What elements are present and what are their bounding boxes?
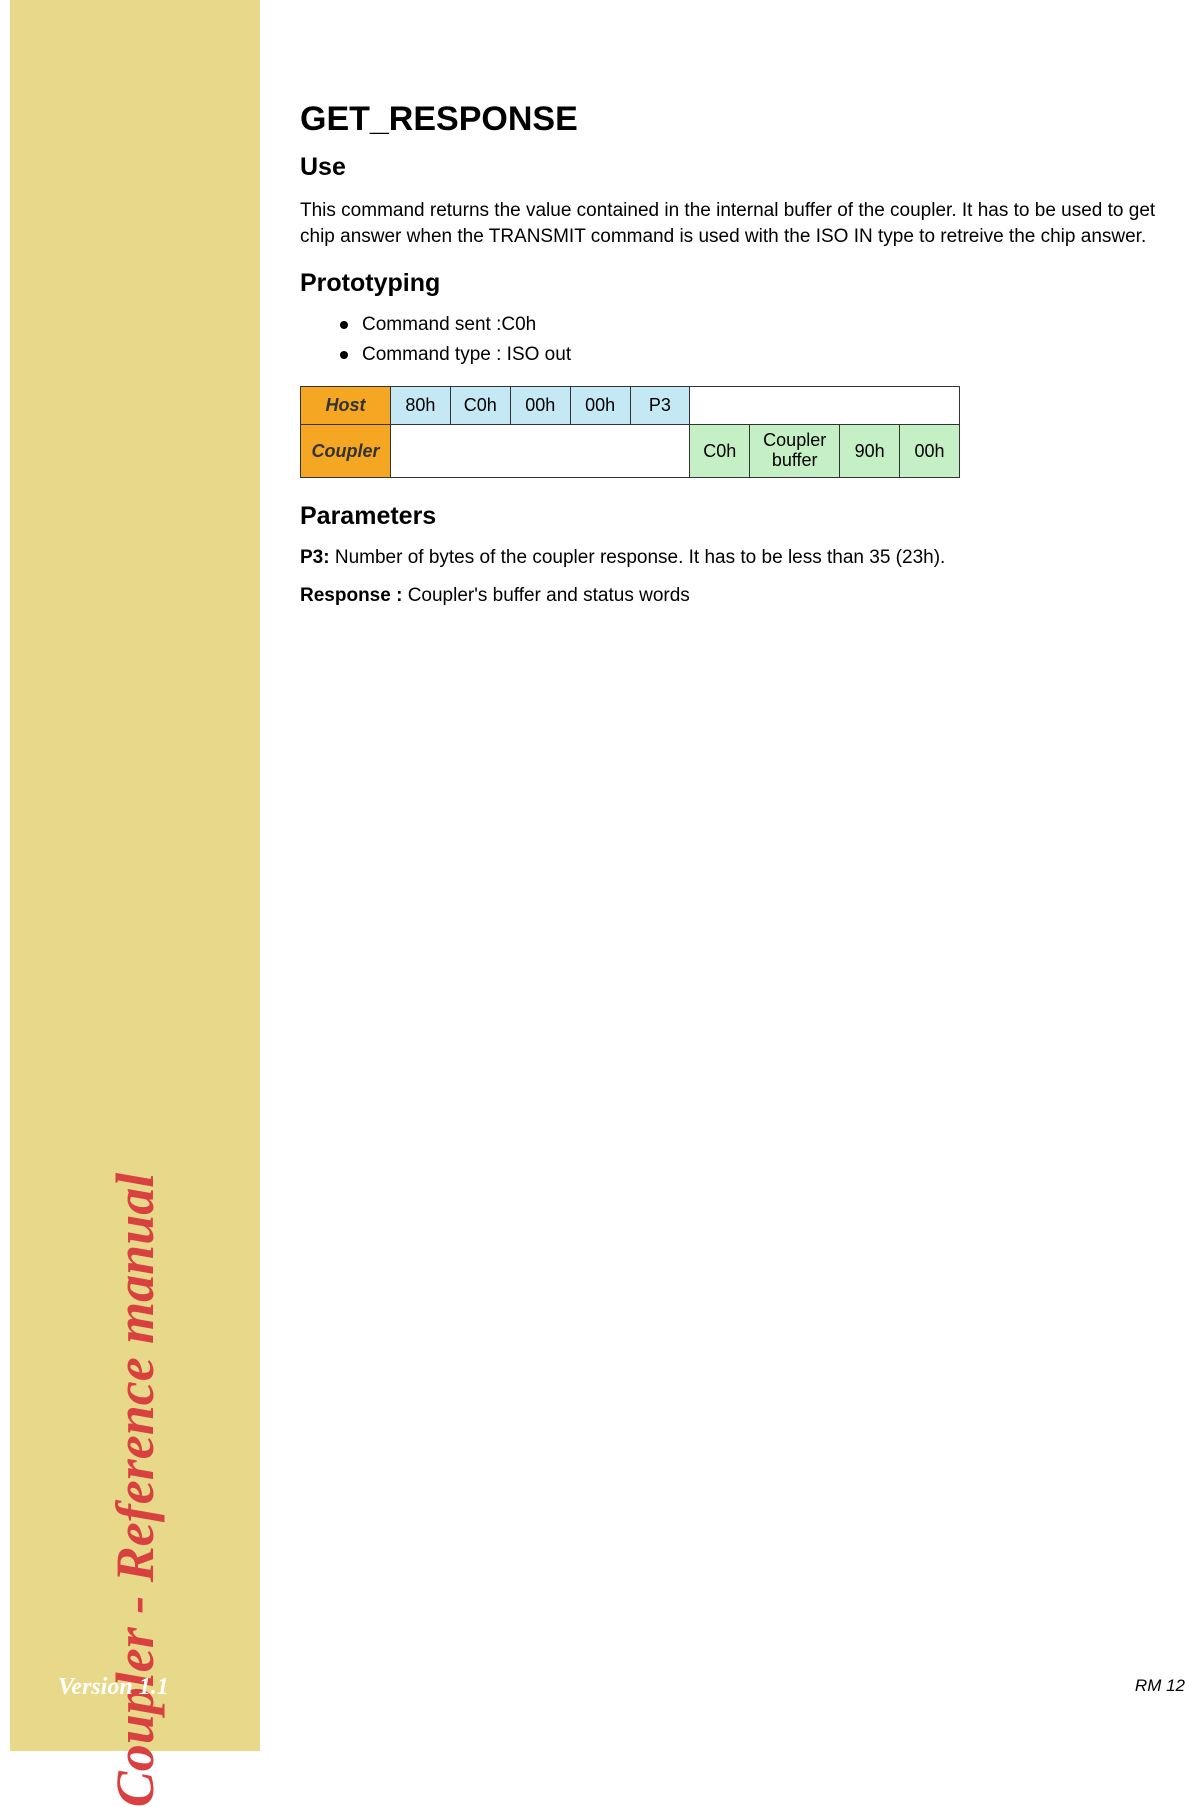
- coupler-label-cell: Coupler: [301, 425, 391, 478]
- response-text: Coupler's buffer and status words: [402, 585, 689, 606]
- prototyping-bullets: Command sent :C0h Command type : ISO out: [340, 314, 1160, 366]
- p3-param: P3: Number of bytes of the coupler respo…: [300, 547, 1160, 569]
- version-label: Version 1.1: [58, 1674, 169, 1701]
- coupler-cell: 00h: [900, 425, 960, 478]
- use-text: This command returns the value contained…: [300, 198, 1160, 249]
- prototyping-heading: Prototyping: [300, 269, 1160, 298]
- p3-text: Number of bytes of the coupler response.…: [330, 547, 946, 568]
- host-label-cell: Host: [301, 387, 391, 425]
- response-label: Response :: [300, 585, 402, 606]
- host-cell: 00h: [570, 387, 630, 425]
- empty-cell: [390, 425, 689, 478]
- table-row-coupler: Coupler C0h Coupler buffer 90h 00h: [301, 425, 960, 478]
- host-cell: C0h: [450, 387, 510, 425]
- host-cell: P3: [630, 387, 690, 425]
- page-title: GET_RESPONSE: [300, 100, 1160, 139]
- sidebar: Coupler - Reference manual Version 1.1: [10, 0, 260, 1751]
- coupler-cell: C0h: [690, 425, 750, 478]
- coupler-cell: 90h: [840, 425, 900, 478]
- response-param: Response : Coupler's buffer and status w…: [300, 585, 1160, 607]
- empty-cell: [690, 387, 960, 425]
- bullet-item: Command sent :C0h: [340, 314, 1160, 336]
- prototyping-table: Host 80h C0h 00h 00h P3 Coupler C0h Coup…: [300, 386, 960, 478]
- table-row-host: Host 80h C0h 00h 00h P3: [301, 387, 960, 425]
- bullet-item: Command type : ISO out: [340, 344, 1160, 366]
- host-cell: 80h: [390, 387, 450, 425]
- coupler-cell: Coupler buffer: [750, 425, 840, 478]
- page-footer: RM 12: [1135, 1676, 1185, 1696]
- host-cell: 00h: [510, 387, 570, 425]
- sidebar-title: Coupler - Reference manual: [104, 1173, 166, 1807]
- main-content: GET_RESPONSE Use This command returns th…: [300, 100, 1160, 623]
- parameters-heading: Parameters: [300, 502, 1160, 531]
- p3-label: P3:: [300, 547, 330, 568]
- use-heading: Use: [300, 153, 1160, 182]
